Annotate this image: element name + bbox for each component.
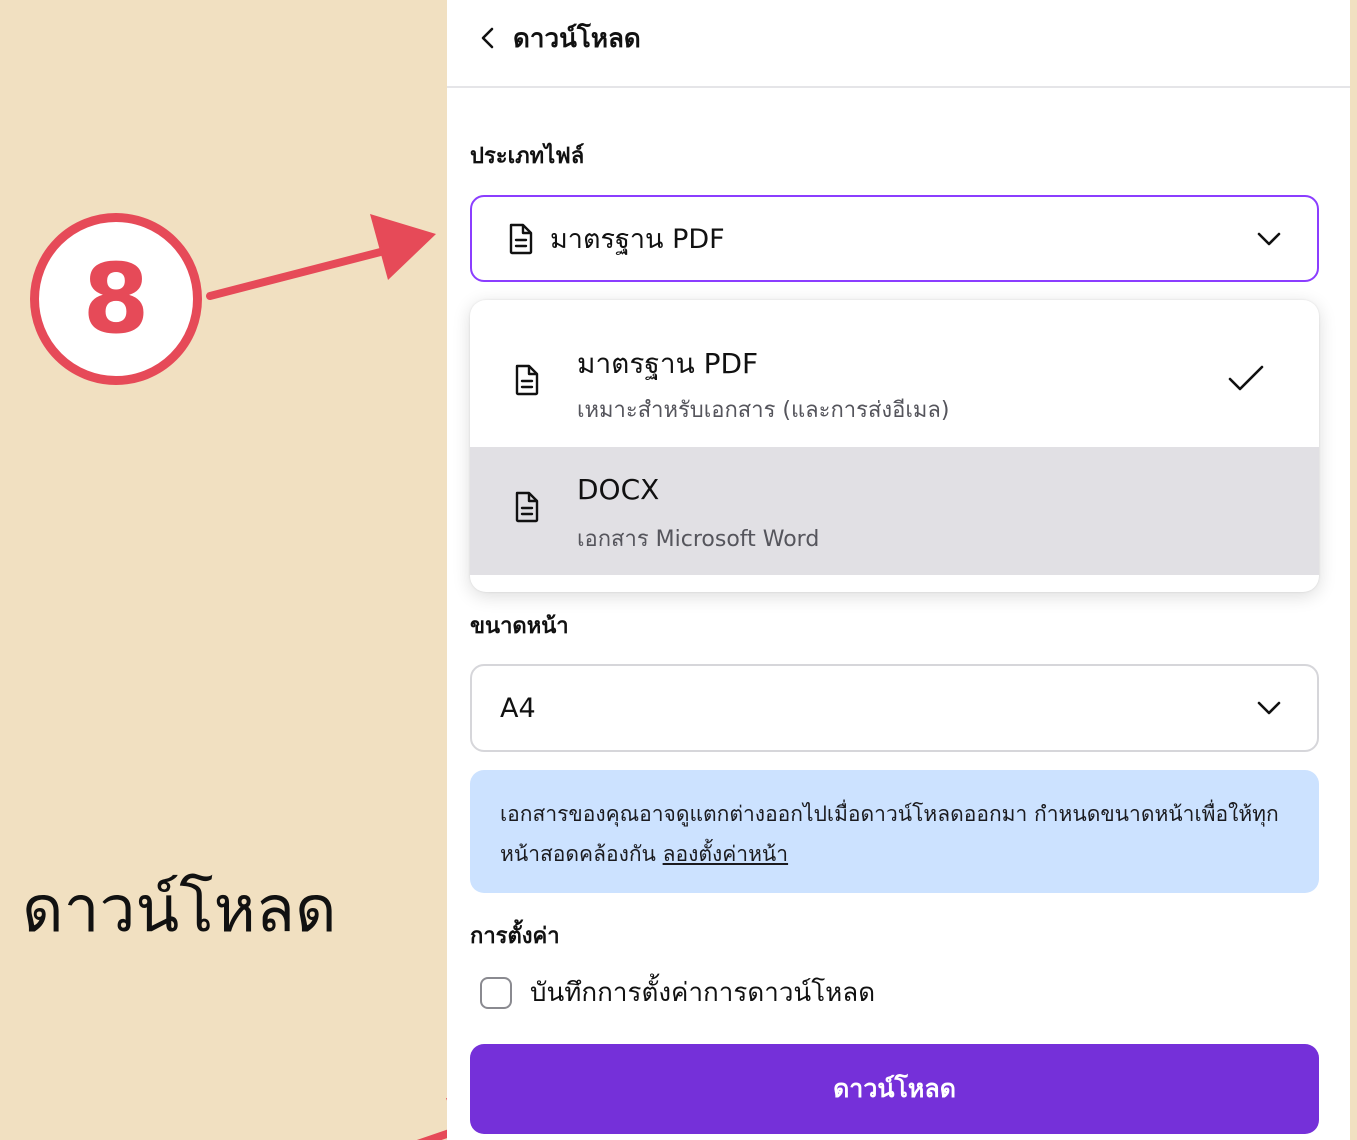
option-title: มาตรฐาน PDF: [577, 347, 759, 380]
page-setup-link[interactable]: ลองตั้งค่าหน้า: [663, 842, 788, 866]
info-notice: เอกสารของคุณอาจดูแตกต่างออกไปเมื่อดาวน์โ…: [470, 770, 1319, 893]
back-button[interactable]: ดาวน์โหลด: [477, 18, 641, 59]
side-caption: ดาวน์โหลด: [22, 873, 337, 947]
page-size-label: ขนาดหน้า: [470, 614, 569, 639]
file-type-select[interactable]: มาตรฐาน PDF: [470, 195, 1319, 282]
page-size-select[interactable]: A4: [470, 664, 1319, 752]
page-size-selected-value: A4: [500, 692, 536, 724]
chevron-left-icon: [481, 27, 494, 49]
download-panel: ดาวน์โหลด ประเภทไฟล์ มาตรฐาน PDF มาตรฐาน…: [447, 0, 1350, 1140]
file-type-selected-value: มาตรฐาน PDF: [550, 224, 725, 255]
file-type-option-pdf[interactable]: มาตรฐาน PDF เหมาะสำหรับเอกสาร (และการส่ง…: [470, 318, 1319, 446]
chevron-down-icon: [1257, 701, 1281, 715]
chevron-down-icon: [1257, 232, 1281, 245]
info-text: เอกสารของคุณอาจดูแตกต่างออกไปเมื่อดาวน์โ…: [500, 802, 1279, 866]
document-icon: [509, 223, 533, 254]
save-settings-checkbox[interactable]: [480, 976, 512, 1009]
step-number-badge: 8: [30, 213, 202, 385]
option-description: เอกสาร Microsoft Word: [577, 527, 820, 552]
document-icon: [515, 491, 539, 523]
step-number: 8: [82, 243, 150, 355]
option-title: DOCX: [577, 473, 660, 506]
page-title: ดาวน์โหลด: [513, 23, 641, 54]
panel-header: ดาวน์โหลด: [447, 0, 1350, 88]
document-icon: [515, 364, 539, 396]
file-type-label: ประเภทไฟล์: [470, 144, 585, 169]
save-settings-option[interactable]: บันทึกการตั้งค่าการดาวน์โหลด: [480, 972, 875, 1013]
download-button-label: ดาวน์โหลด: [833, 1074, 956, 1103]
file-type-dropdown-menu: มาตรฐาน PDF เหมาะสำหรับเอกสาร (และการส่ง…: [470, 300, 1319, 592]
check-icon: [1228, 365, 1264, 391]
download-button[interactable]: ดาวน์โหลด: [470, 1044, 1319, 1134]
settings-label: การตั้งค่า: [470, 924, 560, 949]
arrow-to-file-type-icon: [206, 214, 436, 300]
option-description: เหมาะสำหรับเอกสาร (และการส่งอีเมล): [577, 398, 950, 423]
file-type-option-docx[interactable]: DOCX เอกสาร Microsoft Word: [470, 447, 1319, 575]
save-settings-label: บันทึกการตั้งค่าการดาวน์โหลด: [530, 978, 876, 1008]
